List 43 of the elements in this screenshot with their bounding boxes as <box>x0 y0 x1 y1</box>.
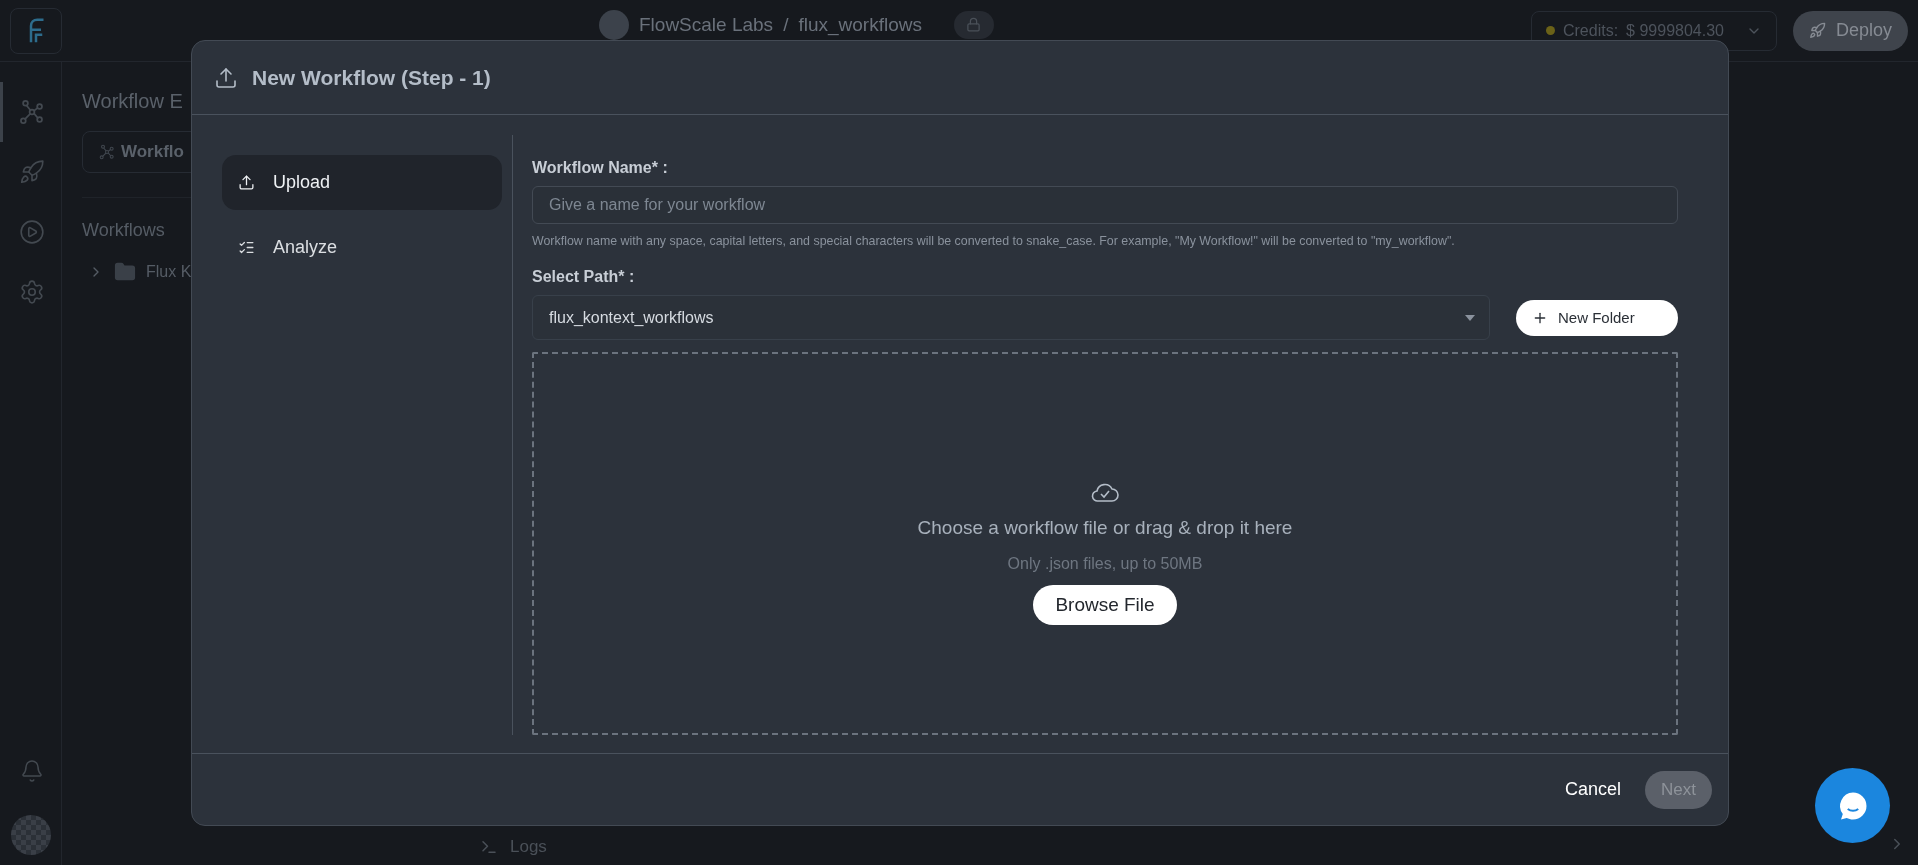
step-item[interactable]: Analyze <box>222 220 502 275</box>
terminal-icon <box>480 838 498 856</box>
dialog-title: New Workflow (Step - 1) <box>252 65 491 90</box>
new-folder-button[interactable]: New Folder <box>1516 299 1678 336</box>
lock-icon <box>966 17 982 32</box>
browse-file-button[interactable]: Browse File <box>1033 584 1177 625</box>
logo-button[interactable] <box>10 7 62 54</box>
status-dot <box>1545 26 1555 35</box>
cancel-button[interactable]: Cancel <box>1561 773 1626 806</box>
drop-note: Only .json files, up to 50MB <box>1007 554 1203 573</box>
panel-title: Workflow E <box>82 90 183 113</box>
drop-title: Choose a workflow file or drag & drop it here <box>917 516 1293 539</box>
folder-icon <box>114 261 136 283</box>
upload-icon <box>214 65 238 90</box>
project-name[interactable]: flux_workflows <box>798 13 922 36</box>
play-icon <box>19 219 45 245</box>
org-name[interactable]: FlowScale Labs <box>639 13 774 36</box>
breadcrumb-separator: / <box>783 13 789 36</box>
step-item[interactable]: Upload <box>222 155 502 210</box>
checklist-icon <box>238 239 255 256</box>
nodes-icon <box>99 144 115 160</box>
credits-value: $ 9999804.30 <box>1626 21 1724 40</box>
bell-icon <box>20 759 44 783</box>
workflow-name-field[interactable]: Give a name for your workflow <box>532 186 1678 224</box>
settings-icon <box>19 279 45 305</box>
deploy-button[interactable]: Deploy <box>1792 10 1908 51</box>
path-select[interactable]: flux_kontext_workflows <box>532 295 1490 340</box>
credits-label: Credits: <box>1562 21 1619 40</box>
section-title: Workflows <box>82 220 165 241</box>
caret-icon <box>1465 314 1475 321</box>
upload-icon <box>238 174 255 191</box>
field-label: Workflow Name* : <box>532 159 669 177</box>
logs-label: Logs <box>510 837 547 857</box>
field-hint: Workflow name with any space, capital letters, and special characters will be converted to snake_case. For example, "My Workflow!" will be converted to "my_workflow". <box>532 234 1456 248</box>
rocket-icon <box>19 159 45 185</box>
lock-badge[interactable] <box>953 10 994 39</box>
drop-zone[interactable]: Choose a workflow file or drag & drop it here Only .json files, up to 50MB Browse File <box>532 352 1678 735</box>
nodes-icon <box>19 99 45 125</box>
field-label: Select Path* : <box>532 268 636 286</box>
user-avatar[interactable] <box>10 815 51 855</box>
tree-item[interactable]: Flux K <box>146 263 192 281</box>
logs-bar[interactable]: Logs <box>480 829 547 865</box>
rocket-icon <box>1808 22 1826 39</box>
